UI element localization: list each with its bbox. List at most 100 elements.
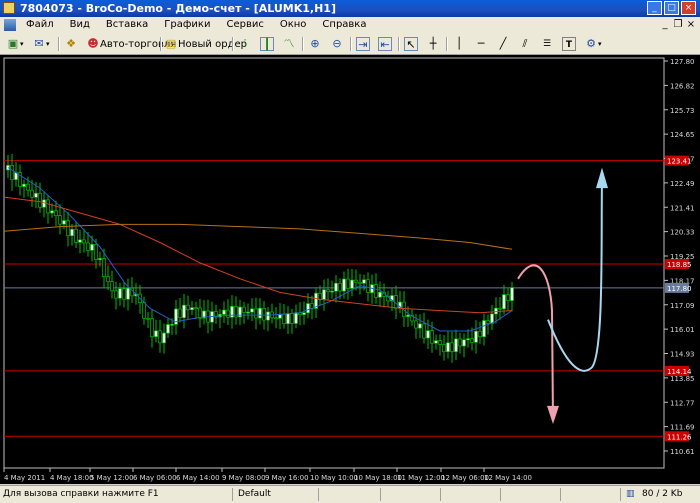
zoom-out-button[interactable]: ⊖ [330,36,344,52]
candle-body [418,323,422,329]
doc-close-button[interactable]: × [686,19,696,30]
horizontal-line-button[interactable]: ─ [474,36,488,52]
candle-body [262,307,266,321]
candle-body [54,210,58,216]
chart-canvas[interactable]: 127.80126.82125.73124.65123.57122.49121.… [0,55,700,484]
menu-item-window[interactable]: Окно [272,19,315,30]
maximize-button[interactable]: □ [664,1,679,15]
autoscroll-icon: ⇥ [356,37,370,51]
x-tick-label: 10 May 10:00 [310,474,358,482]
candle-body [70,228,74,237]
candle-body [422,323,426,339]
horizontal-line-icon: ─ [477,37,485,50]
y-tick-label: 126.82 [670,82,695,90]
profiles-icon: ✉ [34,37,44,50]
doc-minimize-button[interactable]: _ [660,19,670,30]
status-bar: Для вызова справки нажмите F1 Default ▥ … [0,485,700,503]
menu-item-insert[interactable]: Вставка [98,19,156,30]
candle-body [446,342,450,353]
y-tick-label: 117.09 [670,302,695,310]
candle-body [46,199,50,214]
window-title: 7804073 - BroCo-Demo - Демо-счет - [ALUM… [20,2,336,15]
chart-shift-button[interactable]: ⇤ [378,36,392,52]
price-level-label: 117.80 [667,285,692,293]
candle-body [194,307,198,309]
candle-body [490,313,494,324]
x-tick-label: 6 May 14:00 [176,474,220,482]
candle-body [426,330,430,339]
autotrade-button[interactable]: ☻ Авто-торговля [86,36,176,52]
candle-body [10,165,14,180]
y-tick-label: 114.93 [670,351,695,359]
candle-body [378,291,382,298]
candle-body [74,228,78,243]
doc-restore-button[interactable]: ❐ [673,19,683,30]
candle-body [266,311,270,321]
candle-body [146,317,150,320]
y-tick-label: 120.33 [670,229,695,237]
bar-chart-button[interactable]: ⫶ [238,36,252,52]
x-tick-label: 12 May 06:00 [441,474,489,482]
candle-body [154,330,158,337]
line-chart-button[interactable]: 〽 [282,36,296,52]
channel-button[interactable]: ⫽ [518,36,532,52]
candle-body [342,278,346,292]
bar-chart-icon: ⫶ [243,37,247,50]
fibonacci-button[interactable]: ☰ [540,36,554,52]
objects-button[interactable]: ⚙ ▾ [584,36,601,52]
candle-body [458,338,462,347]
candle-body [302,312,306,315]
candle-body [198,307,202,319]
status-profile: Default [238,489,271,499]
trendline-icon: ╱ [499,37,507,50]
candle-body [186,304,190,311]
candle-body [258,307,262,319]
fibonacci-icon: ☰ [542,39,552,49]
y-tick-label: 125.73 [670,107,695,115]
candle-body [506,294,510,301]
candle-body [294,312,298,324]
crosshair-icon: ┼ [429,37,437,50]
text-button[interactable]: T [562,36,576,52]
market-watch-button[interactable]: ❖ [64,36,78,52]
market-watch-icon: ❖ [66,37,76,50]
menu-item-charts[interactable]: Графики [156,19,218,30]
minimize-button[interactable]: _ [647,1,662,15]
arrow-head-up [596,167,608,189]
crosshair-button[interactable]: ┼ [426,36,440,52]
candle-body [286,313,290,325]
y-tick-label: 112.77 [670,399,695,407]
candles-icon: ┃ [260,37,274,51]
trendline-button[interactable]: ╱ [496,36,510,52]
toolbar: ▣ ▾ ✉ ▾ ❖ ☻ Авто-торговля ▤ Новый ордер ⫶ ┃ … [0,34,700,55]
candle-body [222,309,226,315]
candle-body [282,313,286,325]
price-chart[interactable]: 127.80126.82125.73124.65123.57122.49121.… [0,55,700,484]
y-tick-label: 111.69 [670,424,695,432]
menu-item-view[interactable]: Вид [62,19,98,30]
y-tick-label: 110.61 [670,448,695,456]
profiles-button[interactable]: ✉ ▾ [32,36,49,52]
moving-average-line [3,196,513,314]
candle-body [494,307,498,315]
menu-item-file[interactable]: Файл [18,19,62,30]
candle-body [158,330,162,344]
close-button[interactable]: × [681,1,696,15]
candle-body [38,192,42,208]
candles-button[interactable]: ┃ [260,36,274,52]
cursor-button[interactable]: ↖ [404,36,418,52]
candle-body [290,313,294,324]
new-chart-button[interactable]: ▣ ▾ [6,36,24,52]
zoom-in-button[interactable]: ⊕ [308,36,322,52]
autoscroll-button[interactable]: ⇥ [356,36,370,52]
candle-body [226,309,230,318]
new-order-button[interactable]: ▤ Новый ордер [164,36,247,52]
candle-body [94,244,98,260]
price-level-label: 114.14 [667,368,692,376]
menu-item-help[interactable]: Справка [314,19,374,30]
candle-body [274,317,278,320]
menu-item-tools[interactable]: Сервис [218,19,271,30]
status-help-text: Для вызова справки нажмите F1 [3,489,159,499]
candle-body [122,288,126,300]
vertical-line-button[interactable]: │ [452,36,466,52]
